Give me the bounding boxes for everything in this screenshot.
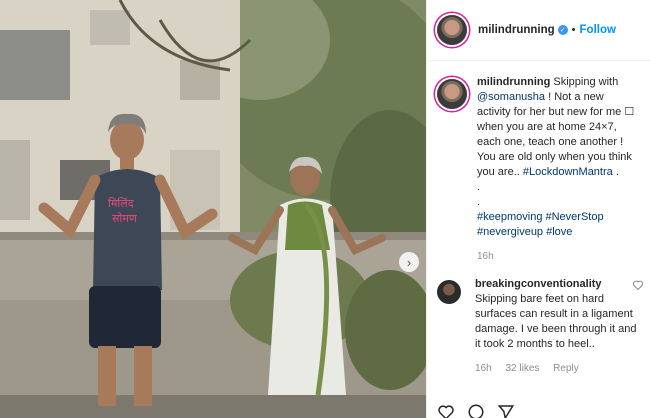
caption-dot-1: . (477, 181, 481, 193)
action-bar (437, 403, 515, 418)
share-icon[interactable] (497, 403, 515, 418)
hashtag-keepmoving[interactable]: #keepmoving (477, 211, 542, 223)
comment-time[interactable]: 16h (475, 363, 492, 374)
header-separator: • (571, 24, 576, 36)
caption-username[interactable]: milindrunning (477, 76, 550, 88)
emoji-glyph: ☐ (624, 106, 635, 118)
video-frame: मिलिंद सोमण (0, 0, 426, 418)
hashtag-lockdownmantra[interactable]: #LockdownMantra (523, 166, 613, 178)
hashtag-neverstop[interactable]: #NeverStop (546, 211, 604, 223)
header-username[interactable]: milindrunning (478, 24, 555, 36)
comment-username[interactable]: breakingconventionality (475, 278, 602, 290)
comment-likes[interactable]: 32 likes (505, 363, 539, 374)
next-media-button[interactable]: › (399, 252, 419, 272)
caption-meta: 16h (477, 249, 638, 264)
comment-icon[interactable] (467, 403, 485, 418)
comments-area: milindrunning Skipping with @somanusha !… (427, 61, 650, 376)
post-media[interactable]: मिलिंद सोमण › (0, 0, 426, 418)
hashtag-list: #keepmoving #NeverStop #nevergiveup #lov… (477, 210, 638, 240)
comment-item: breakingconventionality Skipping bare fe… (437, 277, 644, 376)
like-icon[interactable] (437, 403, 455, 418)
hashtag-love[interactable]: #love (546, 226, 572, 238)
chevron-right-icon: › (406, 254, 412, 270)
shirt-print-line2: सोमण (112, 212, 138, 225)
commenter-avatar[interactable] (437, 280, 461, 304)
shirt-print-line1: मिलिंद (108, 197, 134, 210)
comment-text: Skipping bare feet on hard surfaces can … (475, 293, 637, 350)
caption-text-end: . (615, 166, 619, 178)
comment-body: breakingconventionality Skipping bare fe… (475, 277, 638, 376)
heart-icon[interactable] (632, 279, 644, 291)
follow-button[interactable]: Follow (580, 24, 616, 36)
comment-meta: 16h 32 likes Reply (475, 361, 638, 376)
caption: milindrunning Skipping with @somanusha !… (437, 75, 638, 264)
reply-button[interactable]: Reply (553, 363, 579, 374)
author-avatar[interactable] (437, 15, 467, 45)
hashtag-nevergiveup[interactable]: #nevergiveup (477, 226, 543, 238)
verified-badge-icon: ✓ (557, 25, 568, 35)
caption-dot-2: . (477, 196, 481, 208)
post-side-panel: milindrunning ✓ • Follow milindrunning S… (426, 0, 650, 418)
post-header: milindrunning ✓ • Follow (427, 0, 650, 61)
caption-avatar[interactable] (437, 79, 467, 109)
caption-text-part1: Skipping with (553, 76, 619, 88)
mention-link[interactable]: @somanusha (477, 91, 545, 103)
caption-time[interactable]: 16h (477, 251, 494, 262)
caption-body: milindrunning Skipping with @somanusha !… (477, 75, 638, 264)
